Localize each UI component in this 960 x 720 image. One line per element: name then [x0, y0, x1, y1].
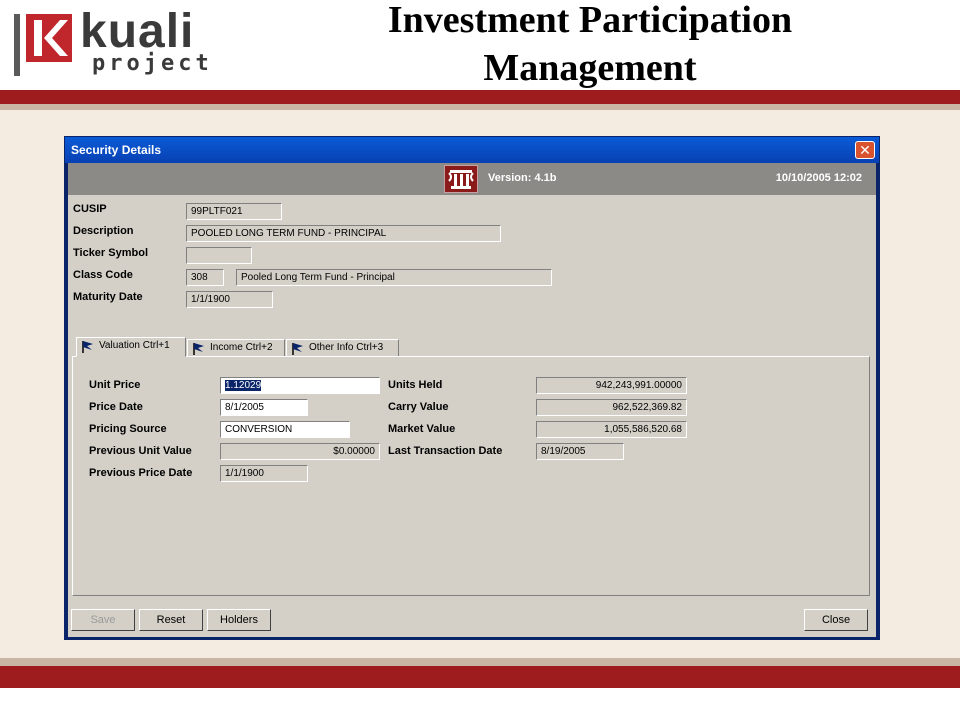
units-held-field[interactable]: 942,243,991.00000	[536, 377, 687, 394]
carry-value-label: Carry Value	[388, 401, 449, 413]
reset-button[interactable]: Reset	[139, 609, 203, 631]
version-text: Version: 4.1b	[488, 172, 557, 184]
carry-value-field[interactable]: 962,522,369.82	[536, 399, 687, 416]
version-bar: Version: 4.1b 10/10/2005 12:02	[68, 163, 876, 195]
description-field[interactable]: POOLED LONG TERM FUND - PRINCIPAL	[186, 225, 501, 242]
slide-title: Investment Participation Management	[300, 0, 880, 92]
price-date-field[interactable]: 8/1/2005	[220, 399, 308, 416]
save-button[interactable]: Save	[71, 609, 135, 631]
ticker-field[interactable]	[186, 247, 252, 264]
class-code-field[interactable]: 308	[186, 269, 224, 286]
kuali-logo: kuali project	[14, 6, 236, 78]
cusip-label: CUSIP	[73, 203, 107, 215]
logo-bar	[14, 14, 20, 76]
market-value-label: Market Value	[388, 423, 456, 435]
slide-title-line2: Management	[483, 47, 697, 89]
last-transaction-date-field[interactable]: 8/19/2005	[536, 443, 624, 460]
pricing-source-field[interactable]: CONVERSION	[220, 421, 350, 438]
window-title: Security Details	[71, 143, 162, 157]
previous-unit-value-field[interactable]: $0.00000	[220, 443, 380, 460]
class-code-label: Class Code	[73, 269, 133, 281]
tab-income[interactable]: Income Ctrl+2	[187, 339, 285, 357]
tab-other-info[interactable]: Other Info Ctrl+3	[286, 339, 399, 357]
market-value-field[interactable]: 1,055,586,520.68	[536, 421, 687, 438]
previous-unit-value-label: Previous Unit Value	[89, 445, 192, 457]
bottom-tan-band	[0, 658, 960, 666]
pricing-source-label: Pricing Source	[89, 423, 167, 435]
previous-price-date-field[interactable]: 1/1/1900	[220, 465, 308, 482]
window-titlebar[interactable]: Security Details ✕	[65, 137, 879, 163]
units-held-label: Units Held	[388, 379, 443, 391]
columns-logo-icon	[444, 165, 478, 193]
top-red-band	[0, 90, 960, 104]
ticker-label: Ticker Symbol	[73, 247, 148, 259]
logo-k-mark	[26, 14, 72, 62]
window-client: Version: 4.1b 10/10/2005 12:02 CUSIP 99P…	[68, 163, 876, 637]
maturity-date-label: Maturity Date	[73, 291, 143, 303]
security-details-window: Security Details ✕ Version: 4.1b 10/10/2…	[64, 136, 880, 640]
logo-sub: project	[92, 51, 213, 76]
valuation-panel: Unit Price 1.12029 Price Date 8/1/2005 P…	[72, 356, 870, 596]
last-transaction-date-label: Last Transaction Date	[388, 445, 503, 457]
cusip-field[interactable]: 99PLTF021	[186, 203, 282, 220]
bottom-red-band	[0, 666, 960, 688]
tab-valuation[interactable]: Valuation Ctrl+1	[76, 337, 186, 357]
previous-price-date-label: Previous Price Date	[89, 467, 193, 479]
maturity-date-field[interactable]: 1/1/1900	[186, 291, 273, 308]
tab-other-info-label: Other Info Ctrl+3	[309, 342, 384, 353]
unit-price-field[interactable]: 1.12029	[220, 377, 380, 394]
unit-price-label: Unit Price	[89, 379, 141, 391]
price-date-label: Price Date	[89, 401, 143, 413]
close-button[interactable]: Close	[804, 609, 868, 631]
slide-title-line1: Investment Participation	[387, 0, 793, 41]
holders-button[interactable]: Holders	[207, 609, 271, 631]
class-name-field[interactable]: Pooled Long Term Fund - Principal	[236, 269, 552, 286]
version-datetime: 10/10/2005 12:02	[775, 172, 862, 184]
window-close-icon[interactable]: ✕	[855, 141, 875, 159]
tab-income-label: Income Ctrl+2	[210, 342, 273, 353]
flag-icon	[81, 340, 95, 360]
unit-price-value: 1.12029	[225, 380, 262, 391]
tab-valuation-label: Valuation Ctrl+1	[99, 340, 170, 351]
description-label: Description	[73, 225, 134, 237]
